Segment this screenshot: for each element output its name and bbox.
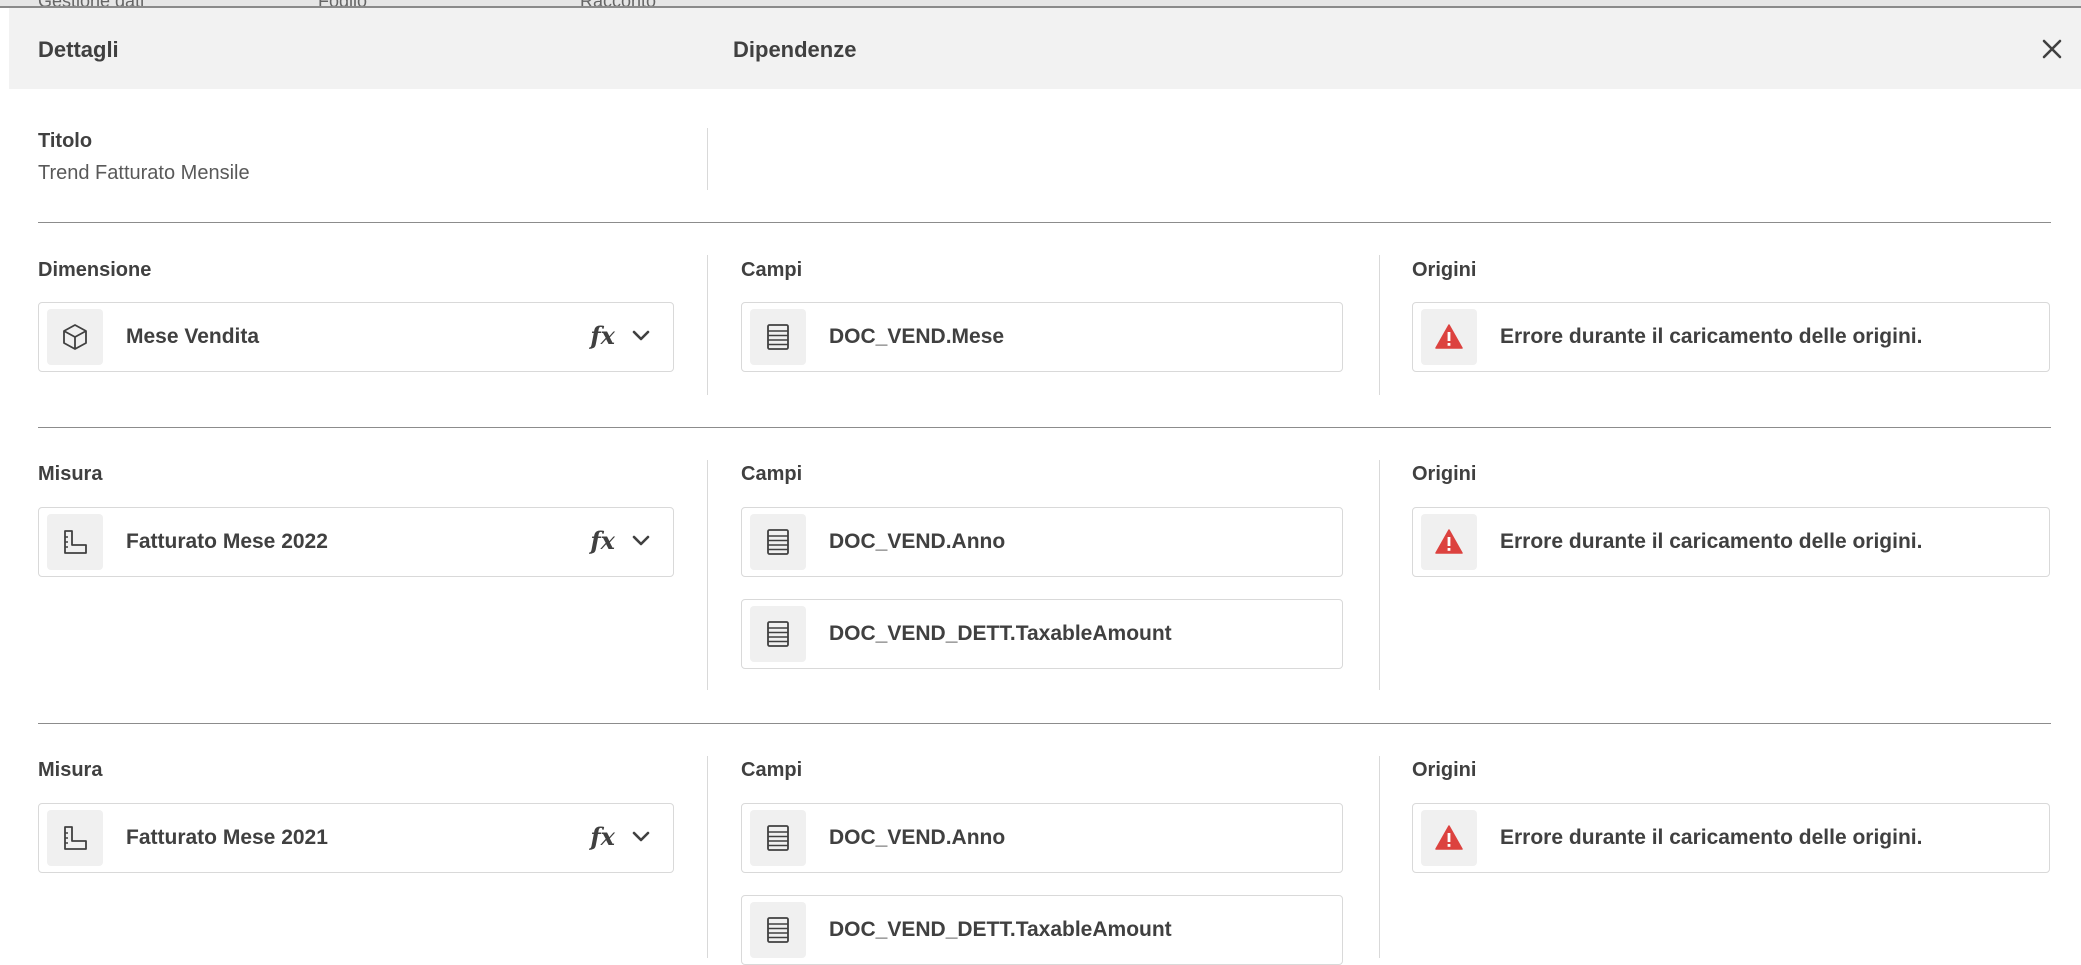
field-card[interactable]: DOC_VEND_DETT.TaxableAmount [741, 599, 1343, 669]
table-icon-box [750, 514, 806, 570]
section-type-label: Misura [38, 463, 103, 485]
measure-icon [64, 826, 87, 850]
table-icon [767, 529, 789, 555]
expression-fx-icon: fx [590, 321, 615, 350]
warning-icon [1435, 324, 1463, 349]
field-name: DOC_VEND_DETT.TaxableAmount [829, 622, 1172, 645]
section-type-label: Dimensione [38, 259, 152, 281]
dimension-name: Mese Vendita [126, 325, 260, 348]
warning-icon-box [1421, 810, 1477, 866]
table-icon [767, 621, 789, 647]
dependencies-title: Dipendenze [733, 37, 857, 62]
measure-name: Fatturato Mese 2021 [126, 826, 328, 849]
field-name: DOC_VEND.Anno [829, 530, 1006, 553]
column-divider [707, 756, 708, 958]
chevron-down-icon[interactable] [631, 830, 651, 844]
background-tab-strip: Gestione dati Foglio Racconto [0, 0, 2081, 8]
table-icon [767, 825, 789, 851]
close-icon [2042, 39, 2062, 59]
measure-name: Fatturato Mese 2022 [126, 530, 328, 553]
chevron-down-icon[interactable] [631, 534, 651, 548]
chevron-down-icon[interactable] [631, 329, 651, 343]
column-divider [1379, 460, 1380, 690]
field-name: DOC_VEND_DETT.TaxableAmount [829, 918, 1172, 941]
expression-fx-icon: fx [590, 526, 615, 555]
field-card[interactable]: DOC_VEND.Anno [741, 803, 1343, 873]
field-card[interactable]: DOC_VEND_DETT.TaxableAmount [741, 895, 1343, 965]
column-divider [707, 255, 708, 395]
section-divider [38, 222, 2051, 223]
source-error-card: Errore durante il caricamento delle orig… [1412, 507, 2050, 577]
source-error-text: Errore durante il caricamento delle orig… [1500, 325, 1923, 348]
field-name: DOC_VEND.Anno [829, 826, 1006, 849]
measure-icon-box [47, 514, 103, 570]
section-type-label: Misura [38, 759, 103, 781]
sources-label: Origini [1412, 759, 1477, 781]
title-value: Trend Fatturato Mensile [38, 162, 250, 184]
field-card[interactable]: DOC_VEND.Anno [741, 507, 1343, 577]
fields-label: Campi [741, 463, 803, 485]
section-divider [38, 427, 2051, 428]
measure-icon-box [47, 810, 103, 866]
dimension-item-card[interactable]: Mese Vendita fx [38, 302, 674, 372]
details-title: Dettagli [38, 37, 119, 62]
sources-label: Origini [1412, 259, 1477, 281]
table-icon [767, 917, 789, 943]
warning-icon-box [1421, 514, 1477, 570]
expression-fx-icon: fx [590, 822, 615, 851]
fields-label: Campi [741, 259, 803, 281]
measure-item-card[interactable]: Fatturato Mese 2022 fx [38, 507, 674, 577]
measure-icon [64, 530, 87, 554]
measure-item-card[interactable]: Fatturato Mese 2021 fx [38, 803, 674, 873]
section-divider [38, 723, 2051, 724]
cube-icon-box [47, 309, 103, 365]
warning-icon [1435, 529, 1463, 554]
panel-header: Dettagli Dipendenze [9, 8, 2081, 89]
column-divider [1379, 255, 1380, 395]
fields-label: Campi [741, 759, 803, 781]
cube-icon [63, 324, 87, 350]
source-error-card: Errore durante il caricamento delle orig… [1412, 302, 2050, 372]
source-error-card: Errore durante il caricamento delle orig… [1412, 803, 2050, 873]
close-button[interactable] [2035, 32, 2069, 66]
column-divider [707, 128, 708, 190]
warning-icon-box [1421, 309, 1477, 365]
column-divider [1379, 756, 1380, 958]
title-label: Titolo [38, 130, 93, 152]
field-card[interactable]: DOC_VEND.Mese [741, 302, 1343, 372]
source-error-text: Errore durante il caricamento delle orig… [1500, 826, 1923, 849]
table-icon-box [750, 309, 806, 365]
table-icon [767, 324, 789, 350]
table-icon-box [750, 606, 806, 662]
sources-label: Origini [1412, 463, 1477, 485]
column-divider [707, 460, 708, 690]
field-name: DOC_VEND.Mese [829, 325, 1005, 348]
table-icon-box [750, 902, 806, 958]
table-icon-box [750, 810, 806, 866]
warning-icon [1435, 825, 1463, 850]
source-error-text: Errore durante il caricamento delle orig… [1500, 530, 1923, 553]
